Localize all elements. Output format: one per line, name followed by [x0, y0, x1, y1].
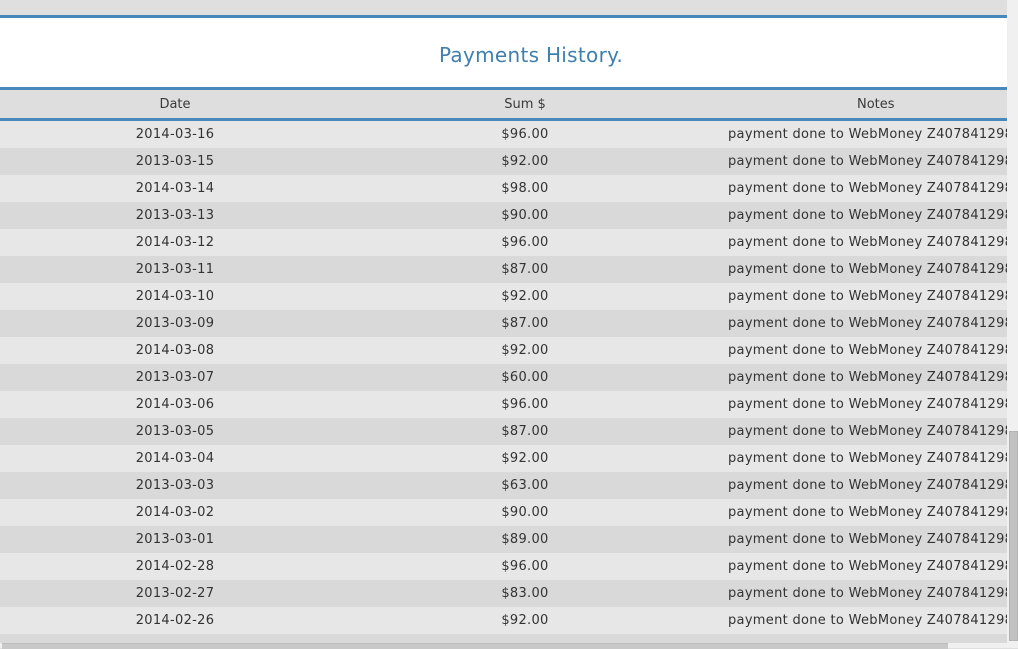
table-row: 2013-03-11 $87.00 payment done to WebMoney… [0, 256, 1007, 283]
notes-cell: payment done to WebMoney Z407841298 [700, 256, 1007, 283]
notes-cell: payment done to WebMoney Z407841298 [700, 472, 1007, 499]
notes-cell: payment done to WebMoney Z407841298 [700, 364, 1007, 391]
sum-cell: $87.00 [350, 418, 700, 445]
column-header-sum[interactable]: Sum $ [350, 90, 700, 121]
notes-cell: payment done to WebMoney Z407841298 [700, 337, 1007, 364]
date-cell: 2013-02-27 [0, 580, 350, 607]
date-cell: 2013-03-05 [0, 418, 350, 445]
sum-cell: $87.00 [350, 310, 700, 337]
table-row: 2014-03-02 $90.00 payment done to WebMoney… [0, 499, 1007, 526]
notes-cell: payment done to WebMoney Z407841298 [700, 202, 1007, 229]
sum-cell: $92.00 [350, 148, 700, 175]
table-row: 2013-03-15 $92.00 payment done to WebMoney… [0, 148, 1007, 175]
payments-table-wrap: Date Sum $ Notes 2014-03-16 $96.00 payment… [0, 90, 1007, 634]
notes-cell: payment done to WebMoney Z407841298 [700, 148, 1007, 175]
date-cell: 2014-03-16 [0, 119, 350, 148]
column-header-date[interactable]: Date [0, 90, 350, 121]
date-cell: 2013-03-01 [0, 526, 350, 553]
table-row: 2013-03-09 $87.00 payment done to WebMoney… [0, 310, 1007, 337]
date-cell: 2014-02-28 [0, 553, 350, 580]
table-row: 2014-03-04 $92.00 payment done to WebMoney… [0, 445, 1007, 472]
sum-cell: $90.00 [350, 499, 700, 526]
title-bar: Payments History. [0, 18, 1007, 90]
page-viewport: Payments History. Date Sum $ Notes 2014-… [0, 0, 1007, 648]
sum-cell: $96.00 [350, 553, 700, 580]
page-title: Payments History. [438, 43, 624, 67]
date-cell: 2014-02-26 [0, 607, 350, 634]
table-row: 2013-02-27 $83.00 payment done to WebMoney… [0, 580, 1007, 607]
date-cell: 2013-03-13 [0, 202, 350, 229]
sum-cell: $92.00 [350, 337, 700, 364]
date-cell: 2013-03-15 [0, 148, 350, 175]
payments-panel: Payments History. Date Sum $ Notes 2014-… [0, 15, 1007, 642]
sum-cell: $87.00 [350, 256, 700, 283]
date-cell: 2014-03-04 [0, 445, 350, 472]
notes-cell: payment done to WebMoney Z407841298 [700, 310, 1007, 337]
notes-cell: payment done to WebMoney Z407841298 [700, 607, 1007, 634]
notes-cell: payment done to WebMoney Z407841298 [700, 418, 1007, 445]
sum-cell: $60.00 [350, 364, 700, 391]
horizontal-scrollbar-thumb[interactable] [2, 643, 948, 649]
column-header-notes[interactable]: Notes [700, 90, 1007, 121]
notes-cell: payment done to WebMoney Z407841298 [700, 580, 1007, 607]
notes-cell: payment done to WebMoney Z407841298 [700, 229, 1007, 256]
sum-cell: $90.00 [350, 202, 700, 229]
sum-cell: $96.00 [350, 229, 700, 256]
sum-cell: $89.00 [350, 526, 700, 553]
date-cell: 2013-03-07 [0, 364, 350, 391]
notes-cell: payment done to WebMoney Z407841298 [700, 283, 1007, 310]
notes-cell: payment done to WebMoney Z407841298 [700, 553, 1007, 580]
payments-table: Date Sum $ Notes 2014-03-16 $96.00 payment… [0, 90, 1007, 634]
date-cell: 2014-03-06 [0, 391, 350, 418]
notes-cell: payment done to WebMoney Z407841298 [700, 499, 1007, 526]
table-row: 2013-03-07 $60.00 payment done to WebMoney… [0, 364, 1007, 391]
table-row: 2013-03-01 $89.00 payment done to WebMoney… [0, 526, 1007, 553]
table-header-row: Date Sum $ Notes [0, 90, 1007, 121]
sum-cell: $96.00 [350, 119, 700, 148]
sum-cell: $92.00 [350, 445, 700, 472]
date-cell: 2014-03-02 [0, 499, 350, 526]
table-row: 2014-03-16 $96.00 payment done to WebMoney… [0, 119, 1007, 148]
table-row: 2014-02-26 $92.00 payment done to WebMoney… [0, 607, 1007, 634]
date-cell: 2013-03-11 [0, 256, 350, 283]
sum-cell: $96.00 [350, 391, 700, 418]
table-row: 2014-03-08 $92.00 payment done to WebMoney… [0, 337, 1007, 364]
date-cell: 2014-03-08 [0, 337, 350, 364]
table-body: 2014-03-16 $96.00 payment done to WebMoney… [0, 119, 1007, 634]
date-cell: 2013-03-09 [0, 310, 350, 337]
sum-cell: $92.00 [350, 607, 700, 634]
table-row: 2014-02-28 $96.00 payment done to WebMoney… [0, 553, 1007, 580]
notes-cell: payment done to WebMoney Z407841298 [700, 119, 1007, 148]
table-row: 2014-03-10 $92.00 payment done to WebMoney… [0, 283, 1007, 310]
table-row: 2013-03-05 $87.00 payment done to WebMoney… [0, 418, 1007, 445]
sum-cell: $98.00 [350, 175, 700, 202]
table-row: 2014-03-14 $98.00 payment done to WebMoney… [0, 175, 1007, 202]
table-row: 2013-03-03 $63.00 payment done to WebMoney… [0, 472, 1007, 499]
table-row: 2013-03-13 $90.00 payment done to WebMoney… [0, 202, 1007, 229]
vertical-scrollbar-thumb[interactable] [1009, 431, 1018, 641]
date-cell: 2014-03-10 [0, 283, 350, 310]
top-spacer [0, 0, 1007, 15]
notes-cell: payment done to WebMoney Z407841298 [700, 526, 1007, 553]
date-cell: 2014-03-12 [0, 229, 350, 256]
notes-cell: payment done to WebMoney Z407841298 [700, 391, 1007, 418]
sum-cell: $92.00 [350, 283, 700, 310]
notes-cell: payment done to WebMoney Z407841298 [700, 175, 1007, 202]
sum-cell: $83.00 [350, 580, 700, 607]
date-cell: 2013-03-03 [0, 472, 350, 499]
sum-cell: $63.00 [350, 472, 700, 499]
table-row: 2014-03-12 $96.00 payment done to WebMoney… [0, 229, 1007, 256]
table-row: 2014-03-06 $96.00 payment done to WebMoney… [0, 391, 1007, 418]
notes-cell: payment done to WebMoney Z407841298 [700, 445, 1007, 472]
date-cell: 2014-03-14 [0, 175, 350, 202]
